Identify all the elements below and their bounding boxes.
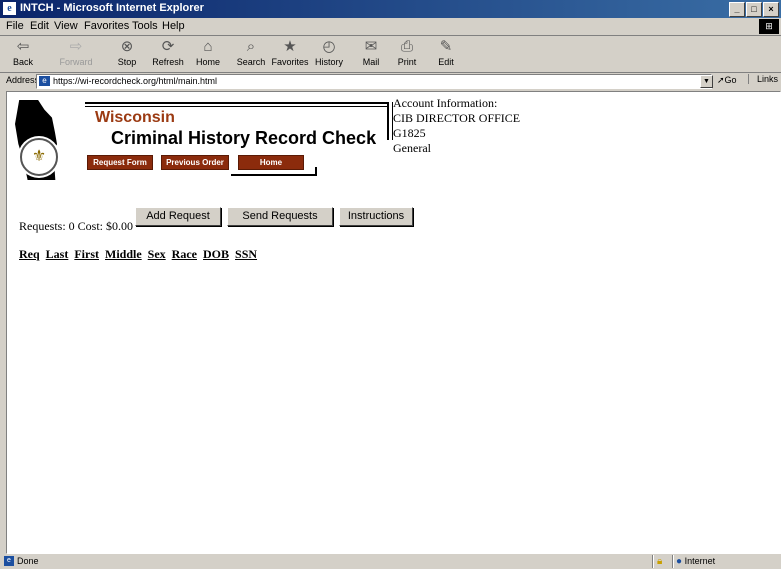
page-icon: e xyxy=(39,76,50,86)
add-request-button[interactable]: Add Request xyxy=(135,207,221,226)
back-button[interactable]: ⇦ Back xyxy=(8,38,38,67)
menu-file[interactable]: File xyxy=(6,20,24,32)
menu-tools[interactable]: Tools xyxy=(132,20,158,32)
menu-edit[interactable]: Edit xyxy=(30,20,49,32)
mail-icon: ✉ xyxy=(364,38,378,55)
status-divider xyxy=(652,555,654,568)
edit-icon: ✎ xyxy=(439,38,453,55)
account-info: Account Information: CIB DIRECTOR OFFICE… xyxy=(393,96,520,156)
header-rule-thin xyxy=(85,106,387,107)
column-ssn[interactable]: SSN xyxy=(235,247,257,261)
address-bar: Address e https://wi-recordcheck.org/html… xyxy=(0,73,781,90)
windows-logo-icon: ⊞ xyxy=(759,19,779,34)
column-first[interactable]: First xyxy=(74,247,99,261)
request-form-button[interactable]: Request Form xyxy=(87,155,153,170)
maximize-button[interactable]: □ xyxy=(746,2,762,17)
search-button[interactable]: ⌕ Search xyxy=(234,38,268,67)
title-bar: e INTCH - Microsoft Internet Explorer _ □… xyxy=(0,0,781,18)
home-nav-button[interactable]: Home xyxy=(238,155,304,170)
state-seal-icon: ⚜ xyxy=(20,138,58,176)
home-button[interactable]: ⌂ Home xyxy=(192,38,224,67)
address-url: https://wi-recordcheck.org/html/main.htm… xyxy=(53,76,218,86)
account-id: G1825 xyxy=(393,126,426,140)
ie-logo-icon: e xyxy=(3,2,16,15)
account-heading: Account Information: xyxy=(393,96,498,110)
window-title: INTCH - Microsoft Internet Explorer xyxy=(20,2,204,14)
menu-help[interactable]: Help xyxy=(162,20,185,32)
column-req[interactable]: Req xyxy=(19,247,40,261)
page-status-icon: e xyxy=(4,556,14,566)
account-office: CIB DIRECTOR OFFICE xyxy=(393,111,521,125)
address-input[interactable]: e https://wi-recordcheck.org/html/main.ht… xyxy=(36,74,712,89)
column-last[interactable]: Last xyxy=(46,247,69,261)
security-zone: ● Internet xyxy=(676,556,715,567)
go-arrow-icon: ➚ xyxy=(717,75,725,85)
history-icon: ◴ xyxy=(322,38,336,55)
page-content: ⚜ Wisconsin Criminal History Record Chec… xyxy=(6,91,781,554)
close-button[interactable]: × xyxy=(763,2,779,17)
header-divider xyxy=(387,102,389,140)
links-button[interactable]: Links xyxy=(748,74,778,84)
menu-view[interactable]: View xyxy=(54,20,78,32)
send-requests-button[interactable]: Send Requests xyxy=(227,207,333,226)
menu-favorites[interactable]: Favorites xyxy=(84,20,129,32)
menu-bar: File Edit View Favorites Tools Help ⊞ xyxy=(0,18,781,36)
request-table-header: Req Last First Middle Sex Race DOB SSN xyxy=(19,247,260,262)
column-race[interactable]: Race xyxy=(172,247,197,261)
forward-button[interactable]: ⇨ Forward xyxy=(56,38,96,67)
back-arrow-icon: ⇦ xyxy=(16,38,30,55)
lock-icon: 🔒︎ xyxy=(657,556,663,567)
status-divider xyxy=(672,555,674,568)
print-button[interactable]: ⎙ Print xyxy=(392,38,422,67)
zone-text: Internet xyxy=(684,556,716,566)
refresh-icon: ⟳ xyxy=(161,38,175,55)
forward-arrow-icon: ⇨ xyxy=(69,38,83,55)
minimize-button[interactable]: _ xyxy=(729,2,745,17)
favorites-button[interactable]: ★ Favorites xyxy=(270,38,310,67)
stop-icon: ⊗ xyxy=(120,38,134,55)
globe-icon: ● xyxy=(676,556,683,567)
toolbar: ⇦ Back ⇨ Forward ⊗ Stop ⟳ Refresh ⌂ Home ⌕ Sea… xyxy=(0,36,781,73)
previous-order-button[interactable]: Previous Order xyxy=(161,155,229,170)
history-button[interactable]: ◴ History xyxy=(312,38,346,67)
address-label: Address xyxy=(6,75,40,85)
header-rule xyxy=(85,102,389,104)
instructions-button[interactable]: Instructions xyxy=(339,207,413,226)
page-title: Criminal History Record Check xyxy=(111,128,377,148)
refresh-button[interactable]: ⟳ Refresh xyxy=(148,38,188,67)
mail-button[interactable]: ✉ Mail xyxy=(356,38,386,67)
house-icon: ⌂ xyxy=(203,38,213,55)
search-icon: ⌕ xyxy=(246,38,256,55)
address-dropdown-button[interactable]: ▼ xyxy=(700,75,713,88)
edit-button[interactable]: ✎ Edit xyxy=(432,38,460,67)
status-text: Done xyxy=(17,556,39,566)
account-type: General xyxy=(393,141,431,155)
printer-icon: ⎙ xyxy=(400,38,413,55)
favorites-icon: ★ xyxy=(283,38,297,55)
column-dob[interactable]: DOB xyxy=(203,247,229,261)
requests-summary: Requests: 0 Cost: $0.00 xyxy=(19,219,134,233)
state-title: Wisconsin xyxy=(95,109,175,126)
column-sex[interactable]: Sex xyxy=(148,247,166,261)
status-bar: e Done 🔒︎ ● Internet xyxy=(0,555,781,569)
stop-button[interactable]: ⊗ Stop xyxy=(110,38,144,67)
go-button[interactable]: ➚Go xyxy=(717,75,737,86)
column-middle[interactable]: Middle xyxy=(105,247,142,261)
